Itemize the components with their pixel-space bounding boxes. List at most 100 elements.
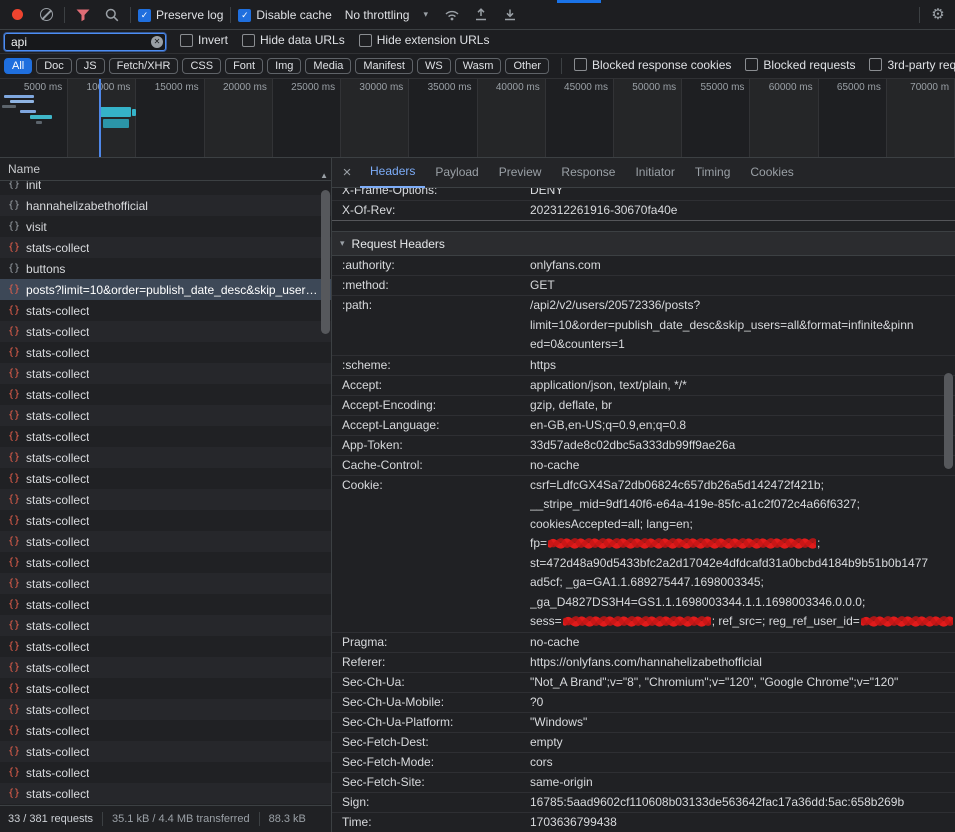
request-row[interactable]: {}visit	[0, 216, 331, 237]
type-filter-all[interactable]: All	[4, 58, 32, 74]
details-scrollbar[interactable]	[944, 373, 953, 469]
request-type-icon: {}	[8, 725, 20, 736]
request-row[interactable]: {}stats-collect	[0, 699, 331, 720]
search-button[interactable]	[101, 4, 123, 26]
type-filter-js[interactable]: JS	[76, 58, 105, 74]
blocked-response-cookies-checkbox-box[interactable]	[574, 58, 587, 71]
timeline-overview[interactable]: 5000 ms10000 ms15000 ms20000 ms25000 ms3…	[0, 79, 955, 158]
tab-initiator[interactable]: Initiator	[625, 158, 684, 188]
request-row[interactable]: {}stats-collect	[0, 762, 331, 783]
request-row[interactable]: {}stats-collect	[0, 237, 331, 258]
third-party-requests-checkbox-box[interactable]	[869, 58, 882, 71]
request-headers-section[interactable]: ▾Request Headers	[332, 231, 955, 256]
type-filter-other[interactable]: Other	[505, 58, 549, 74]
request-row[interactable]: {}stats-collect	[0, 300, 331, 321]
request-row[interactable]: {}stats-collect	[0, 531, 331, 552]
request-row[interactable]: {}stats-collect	[0, 489, 331, 510]
request-name: stats-collect	[26, 703, 89, 717]
export-har-button[interactable]	[499, 4, 521, 26]
blocked-response-cookies-checkbox[interactable]: Blocked response cookies	[574, 58, 731, 72]
network-conditions-button[interactable]	[441, 4, 463, 26]
type-filter-manifest[interactable]: Manifest	[355, 58, 413, 74]
invert-checkbox-box[interactable]	[180, 34, 193, 47]
throttling-select[interactable]: No throttling ▾	[339, 6, 434, 24]
type-filter-media[interactable]: Media	[305, 58, 351, 74]
request-row[interactable]: {}stats-collect	[0, 615, 331, 636]
request-row[interactable]: {}stats-collect	[0, 426, 331, 447]
clear-button[interactable]	[35, 4, 57, 26]
request-row[interactable]: {}stats-collect	[0, 720, 331, 741]
value-text: /api2/v2/users/20572336/posts?	[530, 298, 700, 312]
request-row[interactable]: {}stats-collect	[0, 405, 331, 426]
blocked-requests-checkbox-box[interactable]	[745, 58, 758, 71]
type-filter-fetch-xhr[interactable]: Fetch/XHR	[109, 58, 179, 74]
type-filter-wasm[interactable]: Wasm	[455, 58, 502, 74]
tab-cookies[interactable]: Cookies	[740, 158, 803, 188]
type-filter-ws[interactable]: WS	[417, 58, 451, 74]
invert-checkbox[interactable]: Invert	[180, 33, 228, 47]
request-row[interactable]: {}stats-collect	[0, 363, 331, 384]
value-text: csrf=LdfcGX4Sa72db06824c657db26a5d142472…	[530, 478, 824, 492]
header-value: gzip, deflate, br	[530, 396, 955, 415]
request-type-icon: {}	[8, 452, 20, 463]
type-filter-css[interactable]: CSS	[182, 58, 221, 74]
request-name: stats-collect	[26, 535, 89, 549]
request-type-icon: {}	[8, 347, 20, 358]
request-row[interactable]: {}hannahelizabethofficial	[0, 195, 331, 216]
type-filter-doc[interactable]: Doc	[36, 58, 72, 74]
blocked-requests-checkbox[interactable]: Blocked requests	[745, 58, 855, 72]
tab-preview[interactable]: Preview	[489, 158, 552, 188]
request-row[interactable]: {}stats-collect	[0, 678, 331, 699]
name-column-header[interactable]: Name ▲	[0, 158, 331, 181]
filter-toggle-button[interactable]	[72, 4, 94, 26]
request-name: stats-collect	[26, 388, 89, 402]
request-row[interactable]: {}posts?limit=10&order=publish_date_desc…	[0, 279, 331, 300]
disable-cache-checkbox-box[interactable]: ✓	[238, 9, 251, 22]
request-list-scrollbar[interactable]	[321, 190, 330, 334]
request-row[interactable]: {}stats-collect	[0, 552, 331, 573]
import-har-button[interactable]	[470, 4, 492, 26]
header-value: no-cache	[530, 633, 955, 652]
waterfall-bar	[36, 121, 42, 124]
network-toolbar: ✓Preserve log ✓Disable cache No throttli…	[0, 0, 955, 30]
hide-extension-urls-checkbox[interactable]: Hide extension URLs	[359, 33, 490, 47]
request-row[interactable]: {}stats-collect	[0, 657, 331, 678]
header-value-line: __stripe_mid=9df140f6-e64a-419e-85fc-a1c…	[530, 495, 954, 515]
request-row[interactable]: {}stats-collect	[0, 573, 331, 594]
waterfall-bar	[2, 105, 16, 108]
type-filter-font[interactable]: Font	[225, 58, 263, 74]
type-filter-img[interactable]: Img	[267, 58, 301, 74]
request-row[interactable]: {}stats-collect	[0, 384, 331, 405]
tab-response[interactable]: Response	[551, 158, 625, 188]
record-button[interactable]	[6, 4, 28, 26]
preserve-log-checkbox-box[interactable]: ✓	[138, 9, 151, 22]
funnel-icon	[75, 7, 91, 23]
request-row[interactable]: {}stats-collect	[0, 321, 331, 342]
tab-payload[interactable]: Payload	[425, 158, 488, 188]
request-row[interactable]: {}stats-collect	[0, 447, 331, 468]
close-icon[interactable]: ×	[334, 164, 360, 181]
request-row[interactable]: {}stats-collect	[0, 636, 331, 657]
request-row[interactable]: {}stats-collect	[0, 741, 331, 762]
tab-headers[interactable]: Headers	[360, 158, 425, 188]
hide-extension-urls-checkbox-box[interactable]	[359, 34, 372, 47]
filter-input[interactable]	[4, 33, 166, 51]
request-row[interactable]: {}stats-collect	[0, 342, 331, 363]
waterfall-bar	[103, 119, 129, 128]
hide-data-urls-checkbox-box[interactable]	[242, 34, 255, 47]
tab-timing[interactable]: Timing	[685, 158, 741, 188]
request-row[interactable]: {}buttons	[0, 258, 331, 279]
third-party-requests-checkbox[interactable]: 3rd-party requests	[869, 58, 955, 72]
request-name: stats-collect	[26, 577, 89, 591]
disable-cache-checkbox[interactable]: ✓Disable cache	[238, 8, 331, 22]
clear-filter-icon[interactable]: ✕	[151, 36, 163, 48]
request-row[interactable]: {}init	[0, 181, 331, 195]
request-row[interactable]: {}stats-collect	[0, 468, 331, 489]
request-row[interactable]: {}stats-collect	[0, 783, 331, 804]
request-row[interactable]: {}stats-collect	[0, 510, 331, 531]
settings-button[interactable]: ⚙	[927, 4, 949, 26]
hide-data-urls-checkbox[interactable]: Hide data URLs	[242, 33, 345, 47]
request-type-icon: {}	[8, 200, 20, 211]
preserve-log-checkbox[interactable]: ✓Preserve log	[138, 8, 223, 22]
request-row[interactable]: {}stats-collect	[0, 594, 331, 615]
